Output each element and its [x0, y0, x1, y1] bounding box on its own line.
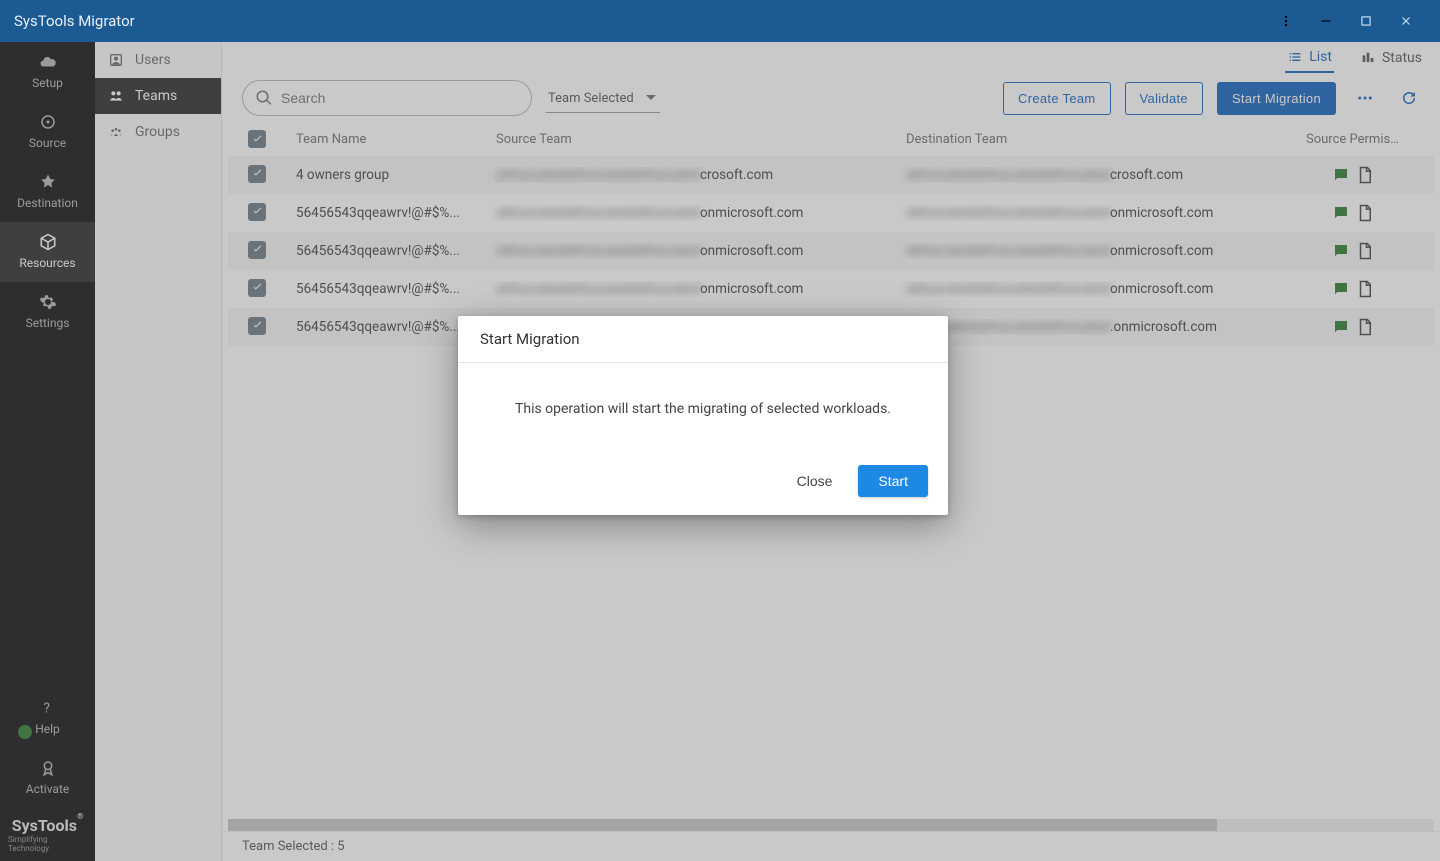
dialog-body: This operation will start the migrating …: [458, 363, 948, 455]
start-migration-dialog: Start Migration This operation will star…: [458, 316, 948, 515]
maximize-button[interactable]: [1346, 0, 1386, 42]
dialog-start-button[interactable]: Start: [858, 465, 928, 497]
dialog-title: Start Migration: [458, 316, 948, 363]
dialog-close-button[interactable]: Close: [785, 465, 845, 497]
titlebar: SysTools Migrator: [0, 0, 1440, 42]
close-button[interactable]: [1386, 0, 1426, 42]
more-vert-icon[interactable]: [1266, 0, 1306, 42]
minimize-button[interactable]: [1306, 0, 1346, 42]
app-title: SysTools Migrator: [14, 12, 135, 30]
